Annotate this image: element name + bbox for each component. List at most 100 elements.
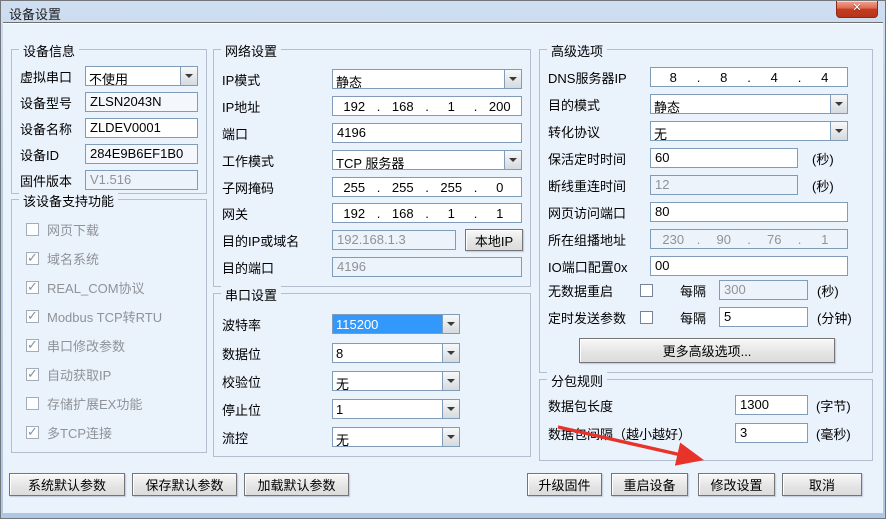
title-bar[interactable]: 设备设置 ✕	[1, 1, 885, 22]
keepalive-label: 保活定时时间	[548, 149, 650, 168]
chevron-down-icon[interactable]	[442, 372, 459, 390]
load-defaults-button[interactable]: 加载默认参数	[244, 473, 349, 496]
port-field[interactable]: 4196	[332, 123, 522, 143]
device-id-label: 设备ID	[20, 145, 85, 164]
chevron-down-icon[interactable]	[830, 95, 847, 113]
serial-settings-group-title: 串口设置	[221, 285, 281, 304]
timed-send-checkbox[interactable]	[640, 311, 653, 324]
ip-address-field[interactable]: 192. 168. 1. 200	[332, 96, 522, 116]
network-settings-group-title: 网络设置	[221, 41, 281, 60]
packet-rules-group-title: 分包规则	[547, 371, 607, 390]
local-ip-button[interactable]: 本地IP	[465, 229, 523, 251]
packet-interval-unit: (毫秒)	[816, 424, 851, 443]
chevron-down-icon[interactable]	[830, 122, 847, 140]
parity-select[interactable]: 无	[332, 371, 460, 391]
dns-server-label: DNS服务器IP	[548, 68, 650, 87]
no-data-restart-unit: (秒)	[817, 281, 839, 300]
parity-label: 校验位	[222, 372, 332, 391]
subnet-mask-field[interactable]: 255. 255. 255. 0	[332, 177, 522, 197]
chevron-down-icon[interactable]	[442, 344, 459, 362]
protocol-label: 转化协议	[548, 122, 650, 141]
chevron-down-icon[interactable]	[180, 67, 197, 85]
keepalive-unit: (秒)	[812, 149, 834, 168]
packet-length-label: 数据包长度	[548, 396, 735, 415]
device-id-field: 284E9B6EF1B0	[85, 144, 198, 164]
device-model-label: 设备型号	[20, 93, 85, 112]
chevron-down-icon[interactable]	[442, 400, 459, 418]
virtual-port-select[interactable]: 不使用	[85, 66, 198, 86]
firmware-version-label: 固件版本	[20, 171, 85, 190]
flow-control-select[interactable]: 无	[332, 427, 460, 447]
feature-checkbox	[26, 310, 39, 323]
multicast-field: 230. 90. 76. 1	[650, 229, 848, 249]
work-mode-select[interactable]: TCP 服务器	[332, 150, 522, 170]
io-config-field[interactable]: 00	[650, 256, 848, 276]
serial-settings-group: 串口设置 波特率 115200 数据位 8 校验位 无 停止位 1	[213, 293, 531, 457]
protocol-select[interactable]: 无	[650, 121, 848, 141]
gateway-label: 网关	[222, 204, 332, 223]
baud-rate-label: 波特率	[222, 315, 332, 334]
stop-bits-label: 停止位	[222, 400, 332, 419]
dest-port-field: 4196	[332, 257, 522, 277]
port-label: 端口	[222, 124, 332, 143]
every-label: 每隔	[680, 308, 706, 327]
ip-mode-select[interactable]: 静态	[332, 69, 522, 89]
stop-bits-select[interactable]: 1	[332, 399, 460, 419]
dest-mode-select[interactable]: 静态	[650, 94, 848, 114]
firmware-version-field: V1.516	[85, 170, 198, 190]
chevron-down-icon[interactable]	[442, 428, 459, 446]
close-button[interactable]: ✕	[836, 1, 878, 18]
device-name-label: 设备名称	[20, 119, 85, 138]
feature-checkbox	[26, 223, 39, 236]
apply-settings-button[interactable]: 修改设置	[698, 473, 775, 496]
features-group: 该设备支持功能 网页下载 域名系统 REAL_COM协议 Modbus TCP转…	[11, 199, 207, 453]
device-info-group-title: 设备信息	[19, 41, 79, 60]
web-port-label: 网页访问端口	[548, 203, 650, 222]
reconnect-label: 断线重连时间	[548, 176, 650, 195]
flow-control-label: 流控	[222, 428, 332, 447]
close-icon: ✕	[852, 2, 861, 14]
cancel-button[interactable]: 取消	[782, 473, 862, 496]
data-bits-label: 数据位	[222, 344, 332, 363]
no-data-restart-field: 300	[719, 280, 808, 300]
device-info-group: 设备信息 虚拟串口 不使用 设备型号 ZLSN2043N 设备名称 ZLDEV0…	[11, 49, 207, 194]
timed-send-field[interactable]: 5	[719, 307, 808, 327]
reconnect-unit: (秒)	[812, 176, 834, 195]
packet-length-unit: (字节)	[816, 396, 851, 415]
dest-ip-label: 目的IP或域名	[222, 231, 332, 250]
feature-checkbox	[26, 252, 39, 265]
feature-checkbox	[26, 397, 39, 410]
web-port-field[interactable]: 80	[650, 202, 848, 222]
dns-server-field[interactable]: 8. 8. 4. 4	[650, 67, 848, 87]
no-data-restart-checkbox[interactable]	[640, 284, 653, 297]
feature-checkbox	[26, 339, 39, 352]
dest-mode-label: 目的模式	[548, 95, 650, 114]
multicast-label: 所在组播地址	[548, 230, 650, 249]
subnet-mask-label: 子网掩码	[222, 178, 332, 197]
packet-interval-field[interactable]: 3	[735, 423, 808, 443]
more-advanced-options-button[interactable]: 更多高级选项...	[579, 338, 835, 363]
chevron-down-icon[interactable]	[442, 315, 459, 333]
feature-checkbox	[26, 368, 39, 381]
packet-length-field[interactable]: 1300	[735, 395, 808, 415]
system-defaults-button[interactable]: 系统默认参数	[9, 473, 125, 496]
restart-device-button[interactable]: 重启设备	[611, 473, 688, 496]
keepalive-field[interactable]: 60	[650, 148, 798, 168]
data-bits-select[interactable]: 8	[332, 343, 460, 363]
page-title: 设备设置	[9, 4, 61, 23]
timed-send-label: 定时发送参数	[548, 308, 640, 327]
dest-port-label: 目的端口	[222, 258, 332, 277]
feature-checkbox	[26, 426, 39, 439]
gateway-field[interactable]: 192. 168. 1. 1	[332, 203, 522, 223]
ip-mode-label: IP模式	[222, 70, 332, 89]
upgrade-firmware-button[interactable]: 升级固件	[527, 473, 602, 496]
baud-rate-select[interactable]: 115200	[332, 314, 460, 334]
chevron-down-icon[interactable]	[504, 151, 521, 169]
device-name-field[interactable]: ZLDEV0001	[85, 118, 198, 138]
no-data-restart-label: 无数据重启	[548, 281, 640, 300]
ip-address-label: IP地址	[222, 97, 332, 116]
chevron-down-icon[interactable]	[504, 70, 521, 88]
feature-checkbox	[26, 281, 39, 294]
save-defaults-button[interactable]: 保存默认参数	[132, 473, 237, 496]
dest-ip-field: 192.168.1.3	[332, 230, 456, 250]
